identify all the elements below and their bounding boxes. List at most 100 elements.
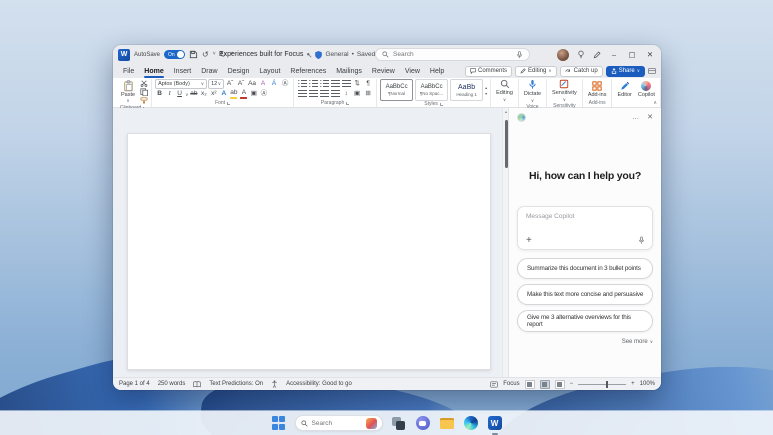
copilot-close-icon[interactable]: ✕ — [647, 113, 653, 121]
accessibility-status[interactable]: Accessibility: Good to go — [286, 381, 352, 387]
tab-mailings[interactable]: Mailings — [331, 67, 367, 76]
cut-icon[interactable] — [140, 80, 148, 87]
autosave-toggle[interactable]: On — [164, 50, 186, 59]
tab-draw[interactable]: Draw — [196, 67, 222, 76]
grow-font-icon[interactable]: Aˆ — [225, 80, 235, 89]
print-layout-button[interactable] — [539, 379, 550, 389]
tab-file[interactable]: File — [118, 67, 139, 76]
vertical-scrollbar[interactable]: ▴ — [502, 108, 508, 377]
editing-mode-button[interactable]: Editing ∨ — [515, 65, 557, 77]
proofing-icon[interactable] — [193, 380, 202, 388]
zoom-level[interactable]: 100% — [640, 381, 655, 387]
zoom-slider-thumb[interactable] — [605, 380, 608, 388]
styles-dialog-launcher-icon[interactable] — [439, 102, 443, 106]
align-left-icon[interactable] — [297, 90, 307, 99]
search-box[interactable] — [375, 48, 530, 61]
editing-button[interactable]: Editing ∨ — [494, 79, 515, 103]
bold-button[interactable]: B — [155, 90, 164, 99]
addins-button[interactable]: Add-ins — [586, 80, 609, 98]
word-icon[interactable]: W — [118, 48, 130, 61]
style-normal[interactable]: AaBbCc ¶Normal — [380, 79, 414, 101]
word-taskbar-icon[interactable]: W — [487, 415, 503, 435]
share-button[interactable]: Share ∨ — [605, 65, 645, 77]
document-title-area[interactable]: Experiences built for Focus General • Sa… — [219, 45, 382, 64]
text-effects-icon[interactable]: A — [219, 90, 228, 99]
tab-view[interactable]: View — [400, 67, 425, 76]
account-avatar[interactable] — [557, 48, 569, 61]
copilot-more-icon[interactable]: … — [632, 114, 639, 121]
tab-home[interactable]: Home — [139, 67, 168, 78]
scroll-up-icon[interactable]: ▴ — [503, 109, 509, 114]
accessibility-icon[interactable] — [271, 380, 278, 388]
tab-help[interactable]: Help — [425, 67, 449, 76]
clear-formatting-icon[interactable]: A — [258, 80, 268, 89]
editor-button[interactable]: Editor — [615, 81, 633, 98]
font-size-combobox[interactable]: 12 ∨ — [208, 79, 225, 89]
tab-review[interactable]: Review — [367, 67, 400, 76]
styles-scroll-up-icon[interactable]: ▴ — [485, 85, 487, 90]
dictate-button[interactable]: Dictate ∨ — [522, 79, 543, 104]
comments-button[interactable]: Comments — [465, 65, 513, 77]
italic-button[interactable]: I — [165, 90, 174, 99]
sensitivity-label[interactable]: General — [325, 51, 348, 58]
page-indicator[interactable]: Page 1 of 4 — [119, 381, 150, 387]
focus-icon[interactable] — [490, 381, 498, 388]
tab-references[interactable]: References — [285, 67, 331, 76]
align-right-icon[interactable] — [319, 90, 329, 99]
close-button[interactable]: ✕ — [645, 50, 655, 59]
ribbon-options-icon[interactable] — [648, 67, 656, 75]
styles-scroll-down-icon[interactable]: ▾ — [485, 91, 487, 96]
text-predictions-status[interactable]: Text Predictions: On — [209, 381, 263, 387]
scrollbar-thumb[interactable] — [504, 120, 508, 168]
bullets-icon[interactable] — [297, 80, 307, 89]
paragraph-dialog-launcher-icon[interactable] — [346, 101, 350, 105]
web-layout-button[interactable] — [554, 379, 565, 389]
copy-icon[interactable] — [140, 88, 149, 96]
copilot-suggestion[interactable]: Make this text more concise and persuasi… — [517, 284, 653, 305]
multilevel-list-icon[interactable] — [319, 80, 329, 89]
show-formatting-marks-icon[interactable]: ¶ — [363, 80, 373, 89]
character-border-icon[interactable]: Ⓐ — [259, 90, 268, 99]
collapse-ribbon-icon[interactable]: ∧ — [653, 100, 657, 106]
minimize-button[interactable]: – — [609, 50, 619, 59]
style-no-spacing[interactable]: AaBbCc ¶No Spac... — [415, 79, 449, 101]
increase-indent-icon[interactable] — [341, 80, 351, 89]
paragraph-shading-icon[interactable]: ▣ — [352, 90, 362, 99]
catch-up-button[interactable]: Catch up — [559, 65, 603, 77]
focus-label[interactable]: Focus — [503, 381, 519, 387]
decrease-indent-icon[interactable] — [330, 80, 340, 89]
phonetic-guide-icon[interactable]: Á — [269, 80, 279, 89]
underline-button[interactable]: U — [175, 90, 184, 99]
copilot-add-icon[interactable]: + — [526, 236, 532, 246]
file-explorer-icon[interactable] — [439, 415, 455, 431]
see-more-link[interactable]: See more ∨ — [622, 339, 653, 345]
lightbulb-icon[interactable] — [577, 50, 585, 59]
start-button[interactable] — [271, 415, 287, 431]
document-page[interactable] — [127, 133, 491, 370]
maximize-button[interactable]: ▢ — [627, 50, 637, 59]
change-case-icon[interactable]: Aa — [247, 80, 257, 89]
justify-icon[interactable] — [330, 90, 340, 99]
save-status[interactable]: Saved — [357, 51, 375, 58]
tab-insert[interactable]: Insert — [169, 67, 197, 76]
taskbar-search-input[interactable] — [311, 419, 360, 427]
font-name-combobox[interactable]: Aptos (Body) ∨ — [155, 79, 208, 89]
word-count[interactable]: 250 words — [158, 381, 186, 387]
underline-dropdown-icon[interactable]: ∨ — [185, 92, 188, 98]
subscript-button[interactable]: x₂ — [199, 90, 208, 99]
format-painter-icon[interactable] — [140, 97, 148, 104]
enclose-characters-icon[interactable]: Ⓐ — [280, 80, 290, 89]
search-mic-icon[interactable] — [516, 50, 523, 59]
draft-pen-icon[interactable] — [593, 50, 601, 59]
copilot-mic-icon[interactable] — [638, 236, 645, 245]
strikethrough-button[interactable]: ab — [189, 90, 198, 99]
align-center-icon[interactable] — [308, 90, 318, 99]
copilot-suggestion[interactable]: Give me 3 alternative overviews for this… — [517, 310, 653, 332]
font-dialog-launcher-icon[interactable] — [227, 101, 231, 105]
copilot-button[interactable]: Copilot — [636, 80, 657, 98]
superscript-button[interactable]: x² — [209, 90, 218, 99]
shrink-font-icon[interactable]: Aˇ — [236, 80, 246, 89]
highlight-color-icon[interactable]: ab — [229, 90, 238, 99]
character-shading-icon[interactable]: ▣ — [249, 90, 258, 99]
paste-button[interactable]: Paste ∨ — [118, 79, 138, 105]
